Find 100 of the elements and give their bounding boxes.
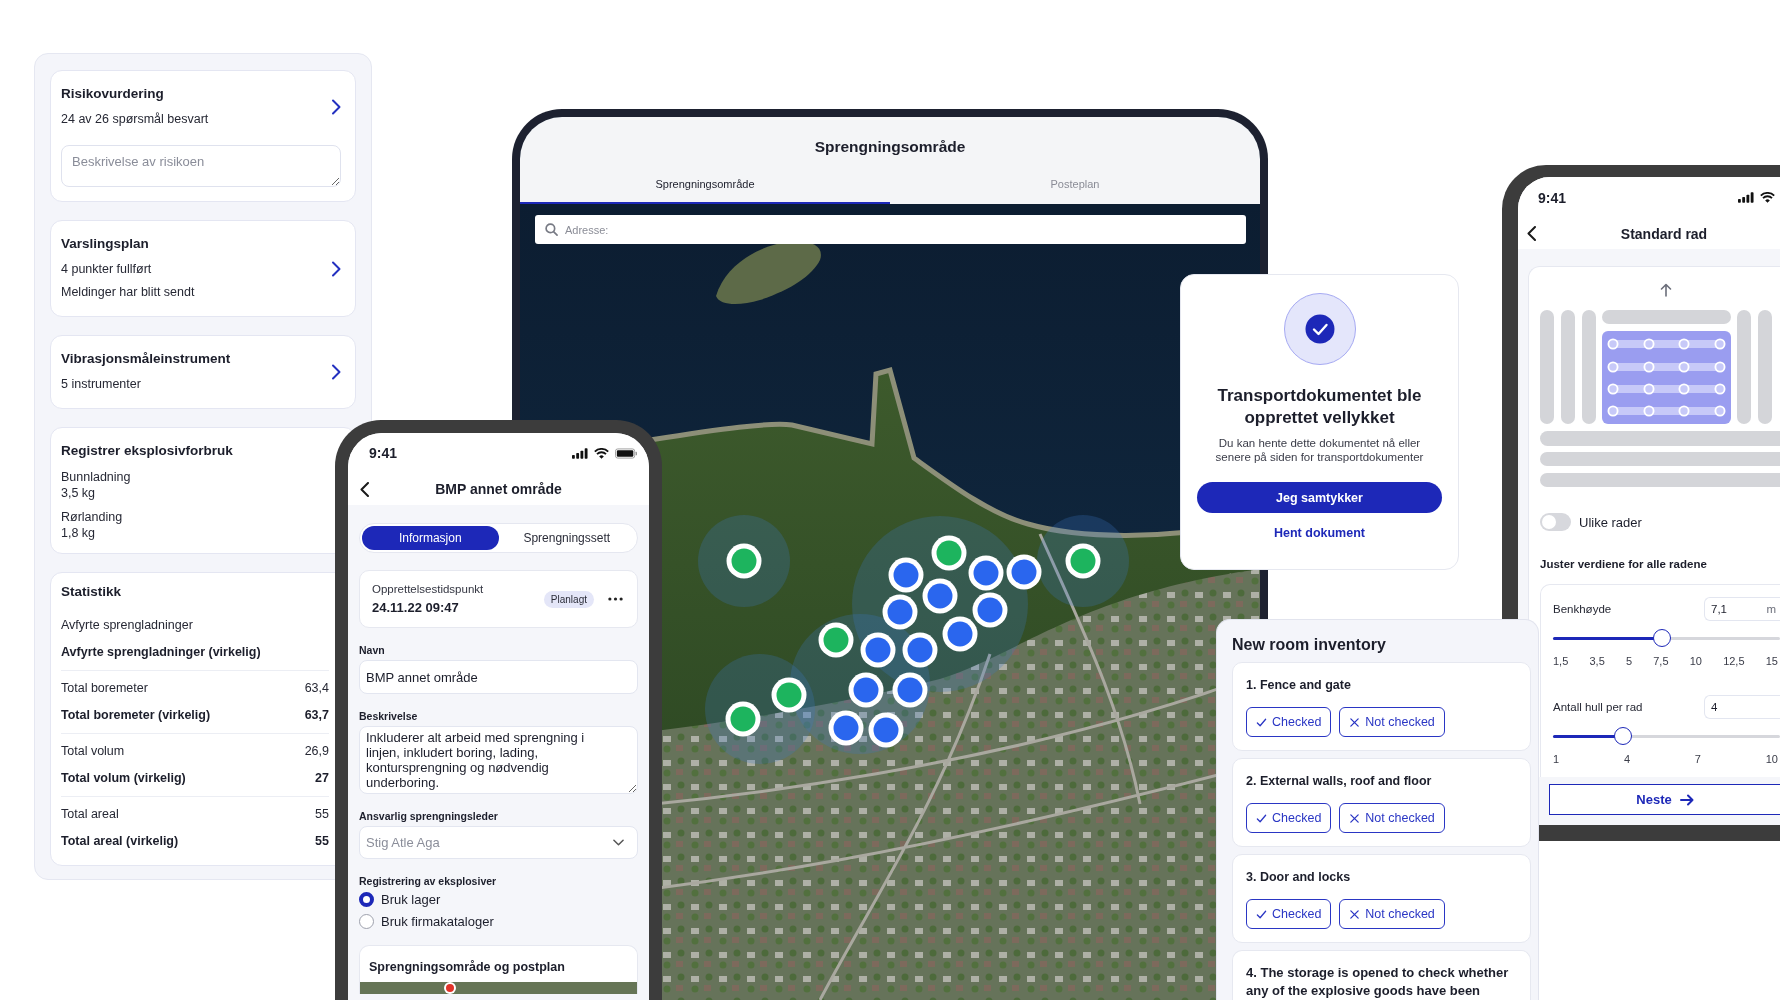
- map-marker-icon[interactable]: [828, 710, 864, 746]
- tick-label: 10: [1689, 654, 1702, 668]
- field-label: Registrering av eksplosiver: [359, 874, 498, 888]
- item-label: Rørlanding: [61, 509, 124, 525]
- cross-icon: [1349, 716, 1361, 728]
- map-marker-icon[interactable]: [902, 632, 938, 668]
- status-badge: Planlagt: [543, 590, 594, 608]
- number-field[interactable]: 4: [1704, 695, 1780, 719]
- map-marker-icon[interactable]: [882, 594, 918, 630]
- field-label: Opprettelsestidspunkt: [372, 582, 485, 597]
- stat-label: Total boremeter (virkelig): [61, 707, 211, 724]
- choice-button[interactable]: Not checked: [1339, 899, 1445, 929]
- stat-label: Avfyrte sprengladninger: [61, 617, 193, 634]
- map-marker-icon[interactable]: [771, 677, 807, 713]
- text-field[interactable]: BMP annet område: [359, 660, 638, 694]
- chevron-down-icon: [613, 839, 624, 846]
- choice-button[interactable]: Checked: [1246, 899, 1332, 929]
- choice-button[interactable]: Checked: [1246, 707, 1332, 737]
- segment-tab[interactable]: Informasjon: [362, 526, 499, 550]
- card-title: Varslingsplan: [61, 235, 150, 253]
- chevron-right-icon: [331, 260, 341, 277]
- map-marker-icon[interactable]: [848, 672, 884, 708]
- map-marker-icon[interactable]: [888, 557, 924, 593]
- map-marker-icon[interactable]: [931, 535, 967, 571]
- summary-card[interactable]: Varslingsplan 4 punkter fullført Meldinger har blitt sendt: [50, 220, 356, 317]
- slider-label: Antall hull per rad: [1553, 701, 1643, 713]
- tick-label: 3,5: [1589, 654, 1605, 668]
- map-marker-icon[interactable]: [1006, 554, 1042, 590]
- summary-card[interactable]: Vibrasjonsmåleinstrument 5 instrumenter: [50, 335, 356, 409]
- risk-card[interactable]: Risikovurdering 24 av 26 spørsmål besvart Beskrivelse av risikoen: [50, 70, 356, 202]
- tick-label: 4: [1623, 752, 1631, 766]
- slider-track[interactable]: [1553, 727, 1780, 745]
- chevron-left-icon[interactable]: [1527, 226, 1536, 241]
- next-button[interactable]: Neste: [1549, 784, 1780, 815]
- card-text: 24 av 26 spørsmål besvart: [61, 111, 210, 128]
- stat-label: Total volum: [61, 743, 125, 760]
- dialog-title: Transportdokumentet ble opprettet vellykket: [1216, 385, 1423, 429]
- card-title: Sprengningsområde og postplan: [368, 959, 566, 976]
- radio-button[interactable]: [359, 913, 374, 929]
- panel-title: New room inventory: [1232, 635, 1387, 655]
- map-marker-icon[interactable]: [968, 555, 1004, 591]
- radio-button[interactable]: [359, 891, 374, 907]
- stat-value: 63,7: [304, 707, 329, 724]
- section-title: Juster verdiene for alle radene: [1540, 557, 1708, 572]
- description-field[interactable]: Inkluderer alt arbeid med sprengning i linjen, inkludert boring, lading, kontursprengning og nødvendig underboring.: [359, 726, 638, 794]
- option-label: Bruk lager: [381, 891, 441, 907]
- slider-thumb[interactable]: [1614, 727, 1633, 745]
- slider-thumb[interactable]: [1652, 629, 1671, 647]
- toggle-switch[interactable]: [1540, 513, 1571, 531]
- download-link[interactable]: Hent dokument: [1274, 525, 1365, 541]
- search-input[interactable]: Adresse:: [565, 219, 1236, 240]
- item-title: 4. The storage is opened to check whether any of the explosive goods have been: [1246, 964, 1510, 1000]
- map-marker-icon[interactable]: [892, 672, 928, 708]
- slider-track[interactable]: [1553, 629, 1780, 647]
- choice-button[interactable]: Not checked: [1339, 803, 1445, 833]
- map-marker-icon[interactable]: [942, 616, 978, 652]
- tick-label: 1,5: [1553, 654, 1569, 668]
- map-marker-icon[interactable]: [860, 632, 896, 668]
- screen-title: Sprengningsområde: [813, 137, 967, 157]
- segment-tab[interactable]: Sprengningssett: [498, 526, 635, 550]
- description-field[interactable]: Beskrivelse av risikoen: [61, 145, 341, 187]
- card-title: Risikovurdering: [61, 85, 165, 103]
- map-marker-icon[interactable]: [725, 701, 761, 737]
- map-marker-icon[interactable]: [818, 622, 854, 658]
- primary-button[interactable]: Jeg samtykker: [1197, 482, 1442, 513]
- map-marker-icon[interactable]: [922, 578, 958, 614]
- map-marker-icon[interactable]: [726, 543, 762, 579]
- signal-icon: [572, 447, 588, 459]
- number-field[interactable]: 7,1 m: [1704, 597, 1780, 621]
- stat-value: 27: [315, 770, 329, 787]
- item-title: 2. External walls, roof and floor: [1246, 773, 1433, 790]
- map-marker-icon[interactable]: [868, 712, 904, 748]
- stat-label: Avfyrte sprengladninger (virkelig): [61, 644, 261, 661]
- status-time: 9:41: [1538, 189, 1567, 206]
- stat-label: Total areal (virkelig): [61, 833, 179, 850]
- more-icon[interactable]: [608, 597, 623, 601]
- cross-icon: [1349, 908, 1361, 920]
- item-label: Bunnladning: [61, 469, 132, 485]
- card-title: Statistikk: [61, 583, 123, 601]
- field-label: Navn: [359, 643, 386, 657]
- stat-value: 63,4: [304, 680, 329, 697]
- wifi-icon: [594, 447, 609, 459]
- map-marker-icon[interactable]: [972, 592, 1008, 628]
- tick-label: 5: [1625, 654, 1633, 668]
- check-icon: [1256, 716, 1267, 728]
- chevron-left-icon[interactable]: [360, 481, 369, 497]
- battery-icon: [615, 447, 637, 459]
- choice-button[interactable]: Not checked: [1339, 707, 1445, 737]
- stat-label: Total volum (virkelig): [61, 770, 186, 787]
- search-icon: [545, 223, 558, 236]
- status-time: 9:41: [369, 445, 398, 461]
- map-card[interactable]: Sprengningsområde og postplan: [359, 945, 638, 994]
- map-marker-icon[interactable]: [1065, 543, 1101, 579]
- option-label: Bruk firmakataloger: [381, 913, 494, 929]
- choice-button[interactable]: Checked: [1246, 803, 1332, 833]
- search-field[interactable]: Adresse:: [535, 215, 1246, 244]
- card-text: Meldinger har blitt sendt: [61, 284, 196, 301]
- card-text: 5 instrumenter: [61, 376, 142, 393]
- tick-label: 1: [1553, 752, 1560, 766]
- dialog-message: Du kan hente dette dokumentet nå eller senere på siden for transportdokumenter: [1214, 436, 1425, 464]
